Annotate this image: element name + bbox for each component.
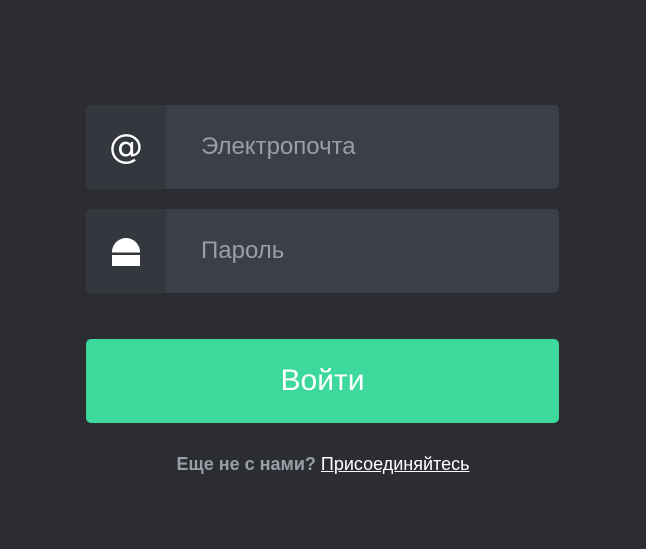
email-input[interactable]: [166, 105, 559, 189]
signup-link[interactable]: Присоединяйтесь: [321, 454, 470, 474]
password-field-group: [86, 209, 559, 293]
email-icon-box: @: [86, 105, 166, 189]
lock-icon: [112, 238, 140, 266]
signup-prompt: Еще не с нами? Присоединяйтесь: [0, 454, 646, 475]
signup-prompt-text: Еще не с нами?: [176, 454, 316, 474]
password-icon-box: [86, 209, 166, 293]
password-input[interactable]: [166, 209, 559, 293]
login-button[interactable]: Войти: [86, 339, 559, 423]
email-field-group: @: [86, 105, 559, 189]
at-sign-icon: @: [109, 127, 143, 167]
